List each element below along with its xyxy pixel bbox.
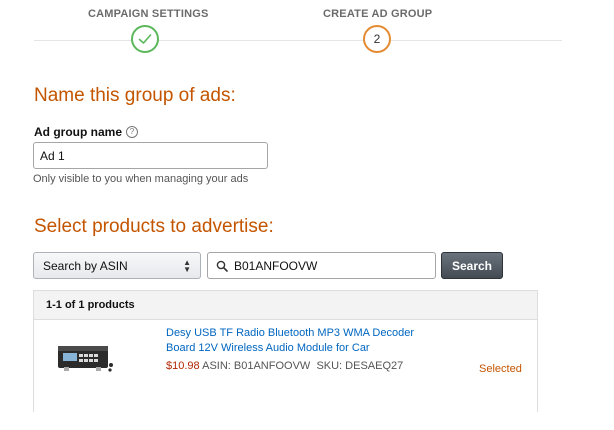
step-current-indicator: 2 (363, 25, 391, 53)
ad-group-name-input[interactable] (33, 142, 268, 169)
step-completed-indicator[interactable] (131, 25, 159, 53)
step-number: 2 (373, 32, 381, 46)
stepper-track (34, 40, 562, 41)
updown-arrows-icon: ▲ ▼ (183, 257, 191, 274)
ad-group-name-label-text: Ad group name (34, 125, 123, 139)
product-title-link[interactable]: Desy USB TF Radio Bluetooth MP3 WMA Deco… (166, 326, 431, 356)
asin-search-input[interactable] (234, 258, 414, 273)
ad-group-name-label: Ad group name ? (34, 125, 139, 139)
search-type-select[interactable]: Search by ASIN ▲ ▼ (33, 252, 201, 279)
question-circle-icon[interactable]: ? (126, 126, 139, 138)
product-asin: ASIN: B01ANFOOVW (202, 360, 311, 372)
product-sku: SKU: DESAEQ27 (316, 360, 404, 372)
product-thumbnail (56, 340, 116, 376)
ad-group-heading: Name this group of ads: (34, 85, 236, 106)
search-type-selected-value: Search by ASIN (43, 258, 128, 273)
product-selected-status: Selected (479, 363, 522, 375)
checkmark-icon (138, 34, 152, 44)
search-button[interactable]: Search (441, 252, 503, 279)
search-icon (216, 260, 228, 272)
search-field[interactable] (207, 252, 436, 279)
results-count: 1-1 of 1 products (34, 291, 537, 320)
ad-group-name-hint: Only visible to you when managing your a… (33, 173, 249, 185)
product-price: $10.98 (166, 360, 200, 372)
step-label-campaign-settings[interactable]: CAMPAIGN SETTINGS (88, 8, 209, 20)
product-meta: $10.98 ASIN: B01ANFOOVW SKU: DESAEQ27 (166, 360, 403, 372)
step-label-create-ad-group: CREATE AD GROUP (323, 8, 433, 20)
products-heading: Select products to advertise: (34, 216, 274, 237)
